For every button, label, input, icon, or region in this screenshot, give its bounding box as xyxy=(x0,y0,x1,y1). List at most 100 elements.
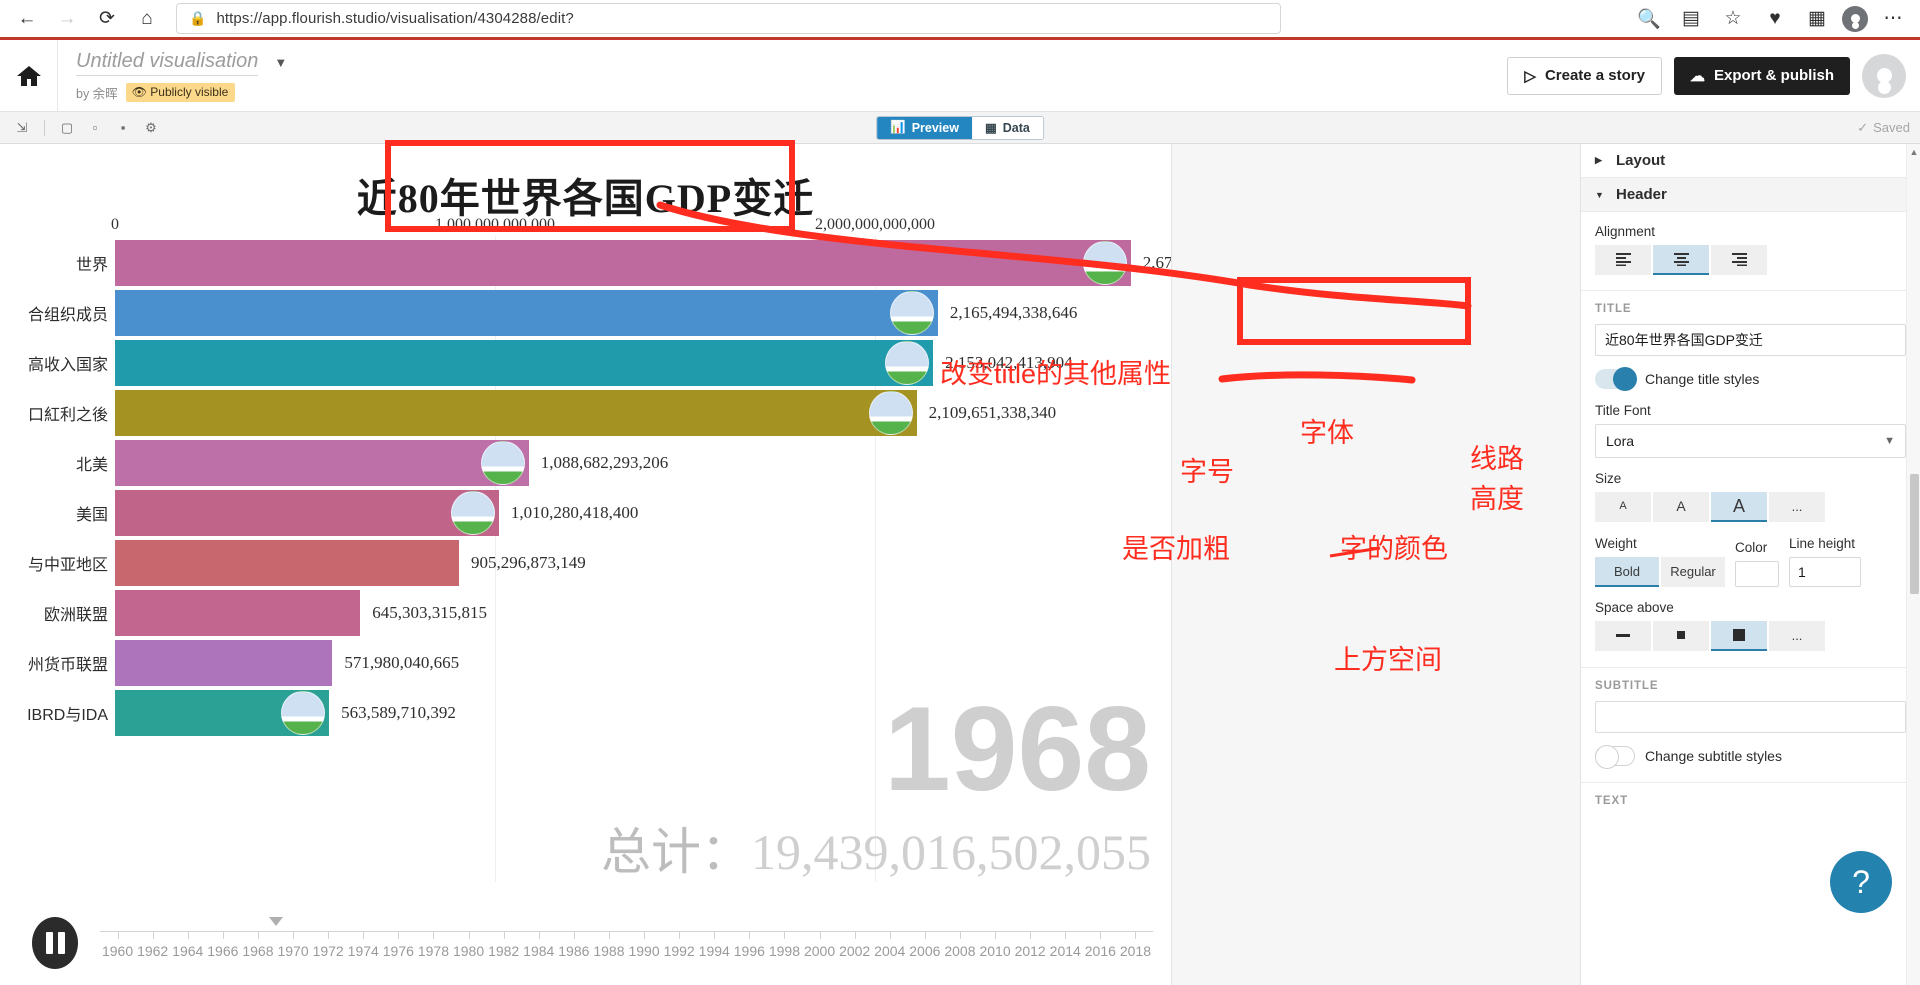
reading-view-icon[interactable]: ▤ xyxy=(1674,3,1708,35)
bar-track: 2,153,042,413,904 xyxy=(115,340,1171,386)
size-medium-button[interactable]: A xyxy=(1653,492,1709,522)
bar-row[interactable]: 与中亚地区 905,296,873,149 xyxy=(0,538,1171,588)
bar-rect[interactable] xyxy=(115,690,330,736)
align-left-icon[interactable] xyxy=(1595,245,1651,275)
bar-row[interactable]: 合组织成员 2,165,494,338,646 xyxy=(0,288,1171,338)
timeline-year-label: 1960 xyxy=(101,943,134,959)
tablet-preview-icon[interactable]: ▫ xyxy=(83,117,107,139)
tab-preview[interactable]: 📊 Preview xyxy=(877,116,972,139)
bar-row[interactable]: 口紅利之後 2,109,651,338,340 xyxy=(0,388,1171,438)
bar-rect[interactable] xyxy=(115,640,333,686)
bar-track: 2,165,494,338,646 xyxy=(115,290,1171,336)
chart-preview: 近80年世界各国GDP变迁 0 1,000,000,000,000 2,000,00… xyxy=(0,144,1172,985)
bar-row[interactable]: 州货币联盟 571,980,040,665 xyxy=(0,638,1171,688)
reload-icon[interactable]: ⟳ xyxy=(90,3,124,35)
country-flag-icon xyxy=(889,291,934,335)
export-publish-button[interactable]: ☁ Export & publish xyxy=(1674,56,1850,95)
subtitle-input[interactable] xyxy=(1595,701,1906,733)
caret-right-icon: ▶ xyxy=(1595,155,1602,165)
timeline-tick xyxy=(257,931,259,939)
home-icon[interactable]: ⌂ xyxy=(130,3,164,35)
flourish-home-icon[interactable] xyxy=(0,39,58,112)
chevron-down-icon[interactable]: ▼ xyxy=(274,55,287,70)
status-badge[interactable]: 👁 Publicly visible xyxy=(125,82,236,102)
address-bar[interactable]: 🔒 https://app.flourish.studio/visualisat… xyxy=(176,3,1281,34)
size-small-button[interactable]: A xyxy=(1595,492,1651,522)
scrollbar-thumb[interactable] xyxy=(1910,474,1919,594)
browser-actions: 🔍 ▤ ☆ ♥ ▦ ⋯ xyxy=(1632,3,1910,35)
space-above-small-button[interactable] xyxy=(1653,621,1709,651)
bar-value-label: 645,303,315,815 xyxy=(372,603,487,622)
weight-bold-button[interactable]: Bold xyxy=(1595,557,1659,587)
profile-icon[interactable] xyxy=(1842,5,1868,32)
timeline-year-label: 2004 xyxy=(874,943,906,959)
create-story-button[interactable]: ▷ Create a story xyxy=(1507,56,1662,95)
space-above-none-button[interactable] xyxy=(1595,621,1651,651)
timeline-tick xyxy=(749,931,751,939)
space-above-medium-button[interactable] xyxy=(1711,621,1767,651)
search-icon[interactable]: 🔍 xyxy=(1632,3,1666,35)
bar-row[interactable]: 世界 2,673,164,590,. xyxy=(0,238,1171,288)
bar-value-label: 2,165,494,338,646 xyxy=(949,303,1078,322)
help-button[interactable]: ? xyxy=(1830,851,1892,913)
timeline-year-label: 2018 xyxy=(1119,943,1152,959)
bar-value-label: 571,980,040,665 xyxy=(344,653,460,672)
weight-regular-button[interactable]: Regular xyxy=(1661,557,1725,587)
timeline-year-label: 1968 xyxy=(242,943,274,959)
total-value: 19,439,016,502,055 xyxy=(751,824,1151,880)
bar-rect[interactable] xyxy=(115,240,1131,286)
bar-track: 571,980,040,665 xyxy=(115,640,1171,686)
timeline-tick xyxy=(1100,931,1102,939)
align-right-icon[interactable] xyxy=(1711,245,1767,275)
bar-row[interactable]: 欧洲联盟 645,303,315,815 xyxy=(0,588,1171,638)
mobile-preview-icon[interactable]: ▪ xyxy=(111,117,135,139)
size-more-button[interactable]: ... xyxy=(1769,492,1825,522)
change-title-styles-label: Change title styles xyxy=(1645,371,1760,387)
collections-icon[interactable]: ♥ xyxy=(1758,3,1792,35)
more-options-icon[interactable]: ⋯ xyxy=(1876,3,1910,35)
pause-icon[interactable] xyxy=(32,917,78,969)
panel-scrollbar[interactable]: ▲ ▼ xyxy=(1906,144,1920,985)
change-subtitle-styles-toggle[interactable] xyxy=(1595,745,1635,769)
bar-rect[interactable] xyxy=(115,290,938,336)
bar-row[interactable]: 高收入国家 2,153,042,413,904 xyxy=(0,338,1171,388)
bar-rect[interactable] xyxy=(115,440,529,486)
line-height-input[interactable]: 1 xyxy=(1789,557,1861,587)
visibility-label: Publicly visible xyxy=(150,84,229,99)
avatar[interactable] xyxy=(1862,53,1906,98)
bar-value-label: 2,673,164,590,. xyxy=(1142,253,1172,272)
country-flag-icon xyxy=(868,391,913,435)
favorite-star-icon[interactable]: ☆ xyxy=(1716,3,1750,35)
section-header[interactable]: ▼ Header xyxy=(1581,178,1920,212)
bar-rect[interactable] xyxy=(115,390,917,436)
bar-label: 口紅利之後 xyxy=(27,407,108,424)
section-layout[interactable]: ▶ Layout xyxy=(1581,144,1920,178)
timeline-axis[interactable]: 1960 1962 1964 1966 1968 1970 1972 1974 1976 1978… xyxy=(100,917,1153,969)
back-arrow-icon[interactable]: ← xyxy=(10,3,44,35)
title-font-select[interactable]: Lora ▼ xyxy=(1595,424,1906,458)
timeline-handle[interactable] xyxy=(268,917,283,926)
timeline-tick xyxy=(1030,931,1032,939)
scroll-up-icon[interactable]: ▲ xyxy=(1909,147,1919,157)
align-center-icon[interactable] xyxy=(1653,245,1709,275)
extensions-icon[interactable]: ▦ xyxy=(1800,3,1834,35)
title-input[interactable]: 近80年世界各国GDP变迁 xyxy=(1595,324,1906,356)
size-large-button[interactable]: A xyxy=(1711,492,1767,522)
desktop-preview-icon[interactable]: ▢ xyxy=(55,117,79,139)
bar-rect[interactable] xyxy=(115,340,934,386)
expand-icon[interactable]: ⇲ xyxy=(10,117,34,139)
bar-row[interactable]: 北美 1,088,682,293,206 xyxy=(0,438,1171,488)
title-color-swatch[interactable] xyxy=(1735,561,1779,587)
bar-track: 2,109,651,338,340 xyxy=(115,390,1171,436)
bar-rect[interactable] xyxy=(115,490,499,536)
title-font-label: Title Font xyxy=(1595,403,1651,418)
space-above-more-button[interactable]: ... xyxy=(1769,621,1825,651)
settings-gear-icon[interactable]: ⚙ xyxy=(139,117,163,139)
forward-arrow-icon[interactable]: → xyxy=(50,3,84,35)
bar-rect[interactable] xyxy=(115,590,361,636)
change-title-styles-toggle[interactable] xyxy=(1595,367,1637,391)
visualisation-title[interactable]: Untitled visualisation xyxy=(76,50,259,76)
bar-rect[interactable] xyxy=(115,540,459,586)
tab-data[interactable]: ▦ Data xyxy=(971,116,1043,139)
bar-row[interactable]: 美国 1,010,280,418,400 xyxy=(0,488,1171,538)
